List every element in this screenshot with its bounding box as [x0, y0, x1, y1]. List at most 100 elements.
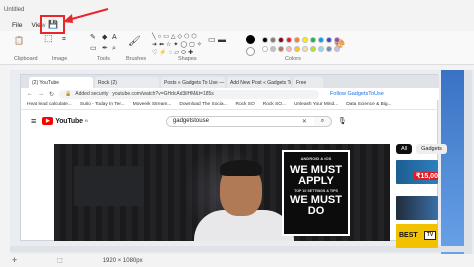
suggested-video-thumb[interactable] — [396, 196, 438, 220]
forward-icon[interactable]: → — [38, 91, 44, 97]
color-swatch[interactable] — [334, 37, 340, 43]
save-icon[interactable]: 💾 — [48, 20, 58, 29]
follow-button[interactable]: Follow GadgetsToUse — [330, 91, 384, 97]
color-swatch[interactable] — [278, 37, 284, 43]
color-swatch[interactable] — [278, 46, 284, 52]
browser-tab-strip: (2) YouTube Rock (2) Posts « Gadgets To … — [21, 75, 439, 88]
menu-file[interactable]: File — [12, 22, 22, 29]
color-swatch[interactable] — [294, 37, 300, 43]
video-title-card: ANDROID & IOS WE MUST APPLY TOP 10 SETTI… — [282, 150, 350, 236]
title-card-top: ANDROID & IOS — [300, 156, 332, 161]
cursor-icon: ✛ — [12, 258, 18, 264]
shapes-row-2-icon[interactable]: ➜⬅☆✦◯▢✧ — [152, 42, 204, 48]
youtube-logo[interactable]: ▶ YouTube IN — [42, 117, 88, 125]
browser-tab[interactable]: Add New Post « Gadgets To Use — [227, 77, 291, 88]
color-1-selected[interactable] — [246, 35, 255, 44]
color-swatch[interactable] — [270, 46, 276, 52]
browser-tab[interactable]: Posts « Gadgets To Use — W — [161, 77, 225, 88]
color-swatch[interactable] — [270, 37, 276, 43]
color-swatch[interactable] — [334, 46, 340, 52]
eraser-icon[interactable]: ▭ — [90, 45, 97, 52]
group-brushes-label: Brushes — [126, 56, 147, 62]
color-swatch[interactable] — [294, 46, 300, 52]
browser-tab[interactable]: Rock (2) — [95, 77, 159, 88]
security-label: Added security — [75, 91, 109, 97]
browser-nav-bar: ← → ↻ 🔒 Added security youtube.com/watch… — [21, 88, 439, 100]
bookmark-item[interactable]: Sutio - Today In Ter... — [80, 102, 125, 107]
color-swatch[interactable] — [262, 37, 268, 43]
clear-search-icon[interactable]: ✕ — [302, 118, 314, 125]
bookmark-item[interactable]: Download The Socia... — [179, 102, 227, 107]
bookmarks-bar: Heat lead calculate... Sutio - Today In … — [21, 100, 439, 110]
bookmark-item[interactable]: Heat lead calculate... — [27, 102, 72, 107]
bookmark-item[interactable]: Rock SO... — [263, 102, 286, 107]
group-colors-label: Colors — [285, 56, 301, 62]
suggested-video-thumb[interactable]: BEST TV — [396, 224, 438, 248]
paint-window: Untitled File View 📋 Clipboard ⬚ ⌗ Image… — [0, 0, 474, 267]
select-icon[interactable]: ⬚ — [44, 34, 53, 43]
title-card-middle: TOP 10 SETTINGS & TIPS — [294, 189, 338, 193]
color-swatch[interactable] — [310, 46, 316, 52]
chip-all[interactable]: All — [396, 144, 413, 154]
search-icon: ⌕ — [320, 117, 325, 124]
shapes-row-1-icon[interactable]: ╲○▭△◇⬠⬡ — [152, 34, 199, 40]
bookmark-item[interactable]: Rock SO — [236, 102, 255, 107]
color-swatch[interactable] — [262, 46, 268, 52]
text-icon[interactable]: A — [112, 34, 117, 41]
url-text: youtube.com/watch?v=GHdcAd3ilHM&t=185s — [112, 91, 214, 97]
magnifier-icon[interactable]: ⌕ — [112, 45, 116, 52]
bookmark-item[interactable]: Data Science & Big... — [346, 102, 391, 107]
group-shapes-label: Shapes — [178, 56, 197, 62]
title-card-line-2: APPLY — [298, 175, 334, 187]
bookmark-item[interactable]: Unleash Your Mind... — [294, 102, 338, 107]
thumb-best-text: BEST — [399, 232, 418, 239]
color-swatch[interactable] — [310, 37, 316, 43]
color-swatch[interactable] — [302, 46, 308, 52]
presenter-hair — [220, 160, 262, 176]
video-shelf — [74, 166, 144, 206]
image-dimensions: 1920 × 1080px — [102, 257, 143, 264]
color-swatch[interactable] — [286, 37, 292, 43]
thumb-tv-text: TV — [424, 231, 436, 240]
lock-icon: 🔒 — [65, 91, 72, 97]
bookmark-item[interactable]: Moveeik Stream... — [133, 102, 172, 107]
group-clipboard-label: Clipboard — [14, 56, 38, 62]
hamburger-menu-icon[interactable]: ≡ — [31, 116, 36, 126]
crop-icon[interactable]: ⌗ — [62, 36, 66, 43]
filter-chips: All Gadgets — [396, 144, 456, 156]
color-swatch[interactable] — [326, 37, 332, 43]
back-icon[interactable]: ← — [27, 91, 33, 97]
color-swatch[interactable] — [318, 46, 324, 52]
suggested-video-thumb[interactable]: ₹15,000 — [396, 160, 438, 184]
brush-icon[interactable]: 🖌 — [128, 37, 141, 47]
youtube-logo-text: YouTube — [55, 117, 83, 125]
price-badge: ₹15,000 — [414, 172, 438, 180]
annotation-arrow-icon — [63, 8, 109, 23]
address-bar[interactable]: 🔒 Added security youtube.com/watch?v=GHd… — [59, 89, 320, 99]
youtube-header: ≡ ▶ YouTube IN gadgetstouse ✕ ⌕ 🎙 — [21, 110, 439, 132]
youtube-play-icon: ▶ — [42, 117, 54, 125]
vertical-scrollbar[interactable] — [464, 70, 472, 254]
color-swatch[interactable] — [326, 46, 332, 52]
color-swatch[interactable] — [302, 37, 308, 43]
fill-shape-icon[interactable]: ▬ — [218, 36, 226, 44]
browser-tab[interactable]: (2) YouTube — [29, 77, 93, 88]
pencil-icon[interactable]: ✎ — [90, 34, 96, 41]
reload-icon[interactable]: ↻ — [49, 91, 54, 98]
color-picker-icon[interactable]: ✒ — [102, 45, 108, 52]
chip-gadgets[interactable]: Gadgets — [416, 144, 447, 154]
color-2-selected[interactable] — [246, 47, 255, 56]
group-tools-label: Tools — [97, 56, 110, 62]
fill-icon[interactable]: ◆ — [102, 34, 107, 41]
search-button[interactable]: ⌕ — [313, 115, 332, 127]
paste-icon[interactable]: 📋 — [14, 37, 24, 45]
microphone-icon[interactable]: 🎙 — [338, 117, 347, 125]
video-player[interactable]: ANDROID & IOS WE MUST APPLY TOP 10 SETTI… — [54, 144, 390, 241]
desktop-wallpaper-strip — [441, 70, 464, 254]
color-swatch[interactable] — [318, 37, 324, 43]
color-swatch[interactable] — [286, 46, 292, 52]
youtube-search-input[interactable]: gadgetstouse — [165, 115, 316, 127]
selection-icon: ⬚ — [57, 258, 63, 264]
outline-icon[interactable]: ▭ — [208, 36, 216, 44]
browser-tab[interactable]: Free — [293, 77, 323, 88]
